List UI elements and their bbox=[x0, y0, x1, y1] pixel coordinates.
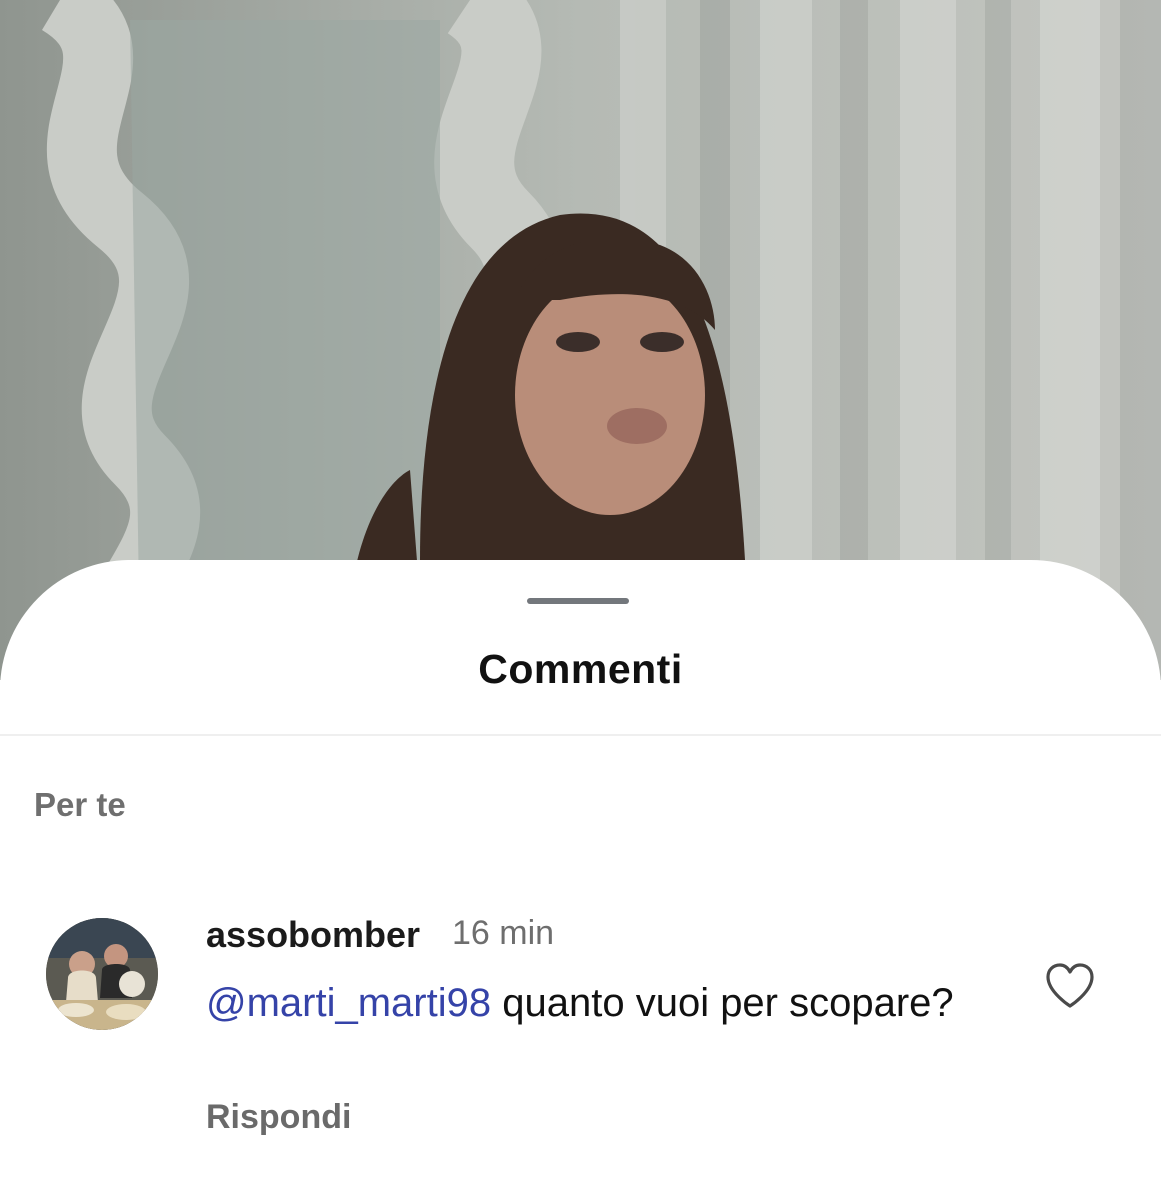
header-divider bbox=[0, 734, 1161, 736]
comment-body: @marti_marti98 quanto vuoi per scopare? bbox=[206, 978, 966, 1028]
avatar-photo bbox=[46, 918, 158, 1030]
heart-outline-icon bbox=[1046, 963, 1094, 1008]
comments-sheet: Commenti Per te assobomber 16 min @marti… bbox=[0, 560, 1161, 1200]
sheet-drag-handle[interactable] bbox=[527, 598, 629, 604]
sheet-title: Commenti bbox=[478, 646, 683, 692]
avatar[interactable] bbox=[46, 918, 158, 1030]
comment-mention[interactable]: @marti_marti98 bbox=[206, 981, 491, 1025]
comment-text: quanto vuoi per scopare? bbox=[491, 981, 954, 1025]
comment-username[interactable]: assobomber bbox=[206, 914, 420, 956]
section-label-for-you: Per te bbox=[34, 786, 126, 823]
reply-button[interactable]: Rispondi bbox=[206, 1098, 351, 1137]
comment-timestamp: 16 min bbox=[452, 914, 555, 952]
like-button[interactable] bbox=[1044, 962, 1096, 1010]
